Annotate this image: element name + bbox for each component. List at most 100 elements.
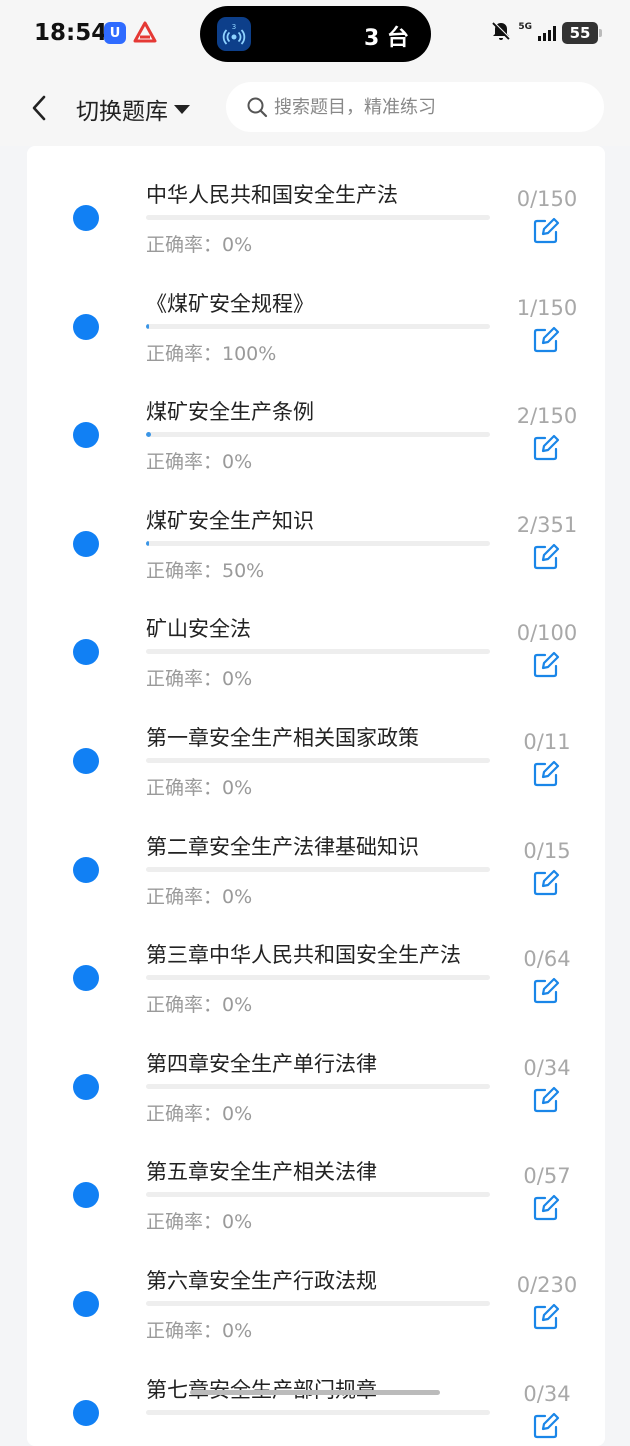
status-dot	[73, 205, 99, 231]
item-count: 1/150	[516, 295, 578, 320]
status-icons: 5G 55	[490, 20, 602, 46]
item-count: 0/11	[523, 730, 571, 754]
item-accuracy: 正确率：0%	[146, 451, 253, 474]
list-item[interactable]: 第三章中华人民共和国安全生产法 正确率：0% 0/64	[27, 915, 605, 1024]
item-count: 2/351	[516, 512, 578, 537]
item-title: 煤矿安全生产条例	[146, 400, 314, 425]
progress-bar	[146, 540, 490, 546]
progress-bar	[146, 758, 490, 763]
back-button[interactable]	[24, 88, 54, 128]
item-accuracy: 正确率：50%	[146, 559, 265, 582]
practice-edit-button[interactable]	[532, 1303, 560, 1331]
caret-down-icon	[174, 104, 190, 114]
edit-icon	[533, 978, 560, 1004]
list-item[interactable]: 矿山安全法 正确率：0% 0/100	[27, 589, 605, 698]
status-dot	[73, 1399, 99, 1426]
progress-bar	[146, 975, 490, 981]
switch-bank-dropdown[interactable]: 切换题库	[76, 92, 190, 126]
edit-icon	[533, 543, 560, 569]
status-dot	[73, 639, 99, 666]
svg-text:3: 3	[232, 23, 236, 31]
practice-edit-button[interactable]	[532, 1086, 560, 1114]
list-item[interactable]: 煤矿安全生产知识 正确率：50% 2/351	[27, 481, 605, 590]
practice-edit-button[interactable]	[532, 651, 560, 679]
status-dot	[73, 1073, 99, 1100]
list-item[interactable]: 第七章安全生产部门规章 0/34	[27, 1350, 605, 1446]
list-item[interactable]: 第四章安全生产单行法律 正确率：0% 0/34	[27, 1024, 605, 1133]
practice-edit-button[interactable]	[532, 1194, 560, 1222]
item-title: 第三章中华人民共和国安全生产法	[146, 943, 461, 968]
item-accuracy: 正确率：0%	[146, 668, 253, 691]
edit-icon	[533, 217, 560, 244]
item-count: 0/150	[516, 187, 578, 211]
progress-bar-fill	[146, 540, 150, 546]
practice-edit-button[interactable]	[532, 326, 560, 354]
list-item[interactable]: 第六章安全生产行政法规 正确率：0% 0/230	[27, 1241, 605, 1350]
item-count: 0/15	[523, 838, 571, 863]
battery-icon: 55	[562, 22, 602, 44]
status-dot	[73, 530, 99, 557]
list-item[interactable]: 煤矿安全生产条例 正确率：0% 2/150	[27, 372, 605, 481]
item-accuracy: 正确率：0%	[146, 234, 253, 256]
edit-icon	[533, 435, 560, 461]
progress-bar	[146, 323, 490, 329]
item-title: 第四章安全生产单行法律	[146, 1051, 377, 1076]
progress-bar	[146, 866, 490, 872]
practice-edit-button[interactable]	[532, 543, 560, 571]
switch-bank-label: 切换题库	[76, 99, 168, 125]
home-indicator[interactable]	[190, 1390, 440, 1395]
list-item[interactable]: 第五章安全生产相关法律 正确率：0% 0/57	[27, 1132, 605, 1241]
status-dot	[73, 1182, 99, 1209]
item-accuracy: 正确率：0%	[146, 1211, 253, 1234]
item-count: 0/230	[516, 1273, 578, 1297]
status-dot	[73, 1291, 99, 1317]
status-dot	[73, 856, 99, 883]
list-item[interactable]: 第一章安全生产相关国家政策 正确率：0% 0/11	[27, 698, 605, 807]
edit-icon	[533, 869, 560, 895]
status-bar: 18:54 U 3 3 台 5G 55	[0, 0, 630, 70]
list-item[interactable]: 中华人民共和国安全生产法 正确率：0% 0/150	[27, 155, 605, 264]
chevron-left-icon	[32, 95, 46, 121]
dynamic-island[interactable]: 3 3 台	[200, 6, 431, 62]
practice-edit-button[interactable]	[532, 217, 560, 245]
edit-icon	[533, 652, 560, 678]
broadcast-icon: 3	[217, 17, 251, 51]
progress-bar-fill	[146, 323, 150, 329]
item-count: 2/150	[516, 404, 578, 429]
search-input[interactable]	[274, 96, 574, 118]
search-box[interactable]	[226, 82, 604, 132]
item-title: 第七章安全生产部门规章	[146, 1374, 377, 1404]
list-item[interactable]: 《煤矿安全规程》 正确率：100% 1/150	[27, 264, 605, 373]
item-title: 中华人民共和国安全生产法	[146, 183, 398, 207]
progress-bar	[146, 1083, 490, 1089]
practice-edit-button[interactable]	[532, 869, 560, 897]
edit-icon	[533, 1086, 560, 1112]
item-title: 《煤矿安全规程》	[146, 291, 314, 316]
edit-icon	[533, 1412, 560, 1438]
practice-edit-button[interactable]	[532, 434, 560, 462]
practice-edit-button[interactable]	[532, 760, 560, 788]
list-item[interactable]: 第二章安全生产法律基础知识 正确率：0% 0/15	[27, 807, 605, 916]
edit-icon	[533, 326, 560, 352]
status-time: 18:54	[34, 20, 108, 46]
edit-icon	[533, 1303, 560, 1330]
practice-edit-button[interactable]	[532, 1412, 560, 1440]
notification-app-icon: U	[104, 22, 126, 44]
edit-icon	[533, 1195, 560, 1221]
mute-bell-icon	[490, 20, 512, 46]
progress-bar	[146, 1192, 490, 1198]
item-accuracy: 正确率：0%	[146, 885, 253, 908]
item-accuracy: 正确率：0%	[146, 994, 253, 1017]
item-title: 煤矿安全生产知识	[146, 508, 314, 533]
progress-bar	[146, 1409, 490, 1415]
status-dot	[73, 965, 99, 992]
notification-app-icon-red	[132, 20, 158, 46]
island-device-count: 3 台	[364, 26, 409, 51]
search-icon	[247, 97, 268, 118]
signal-icon	[538, 25, 556, 41]
network-type: 5G	[518, 22, 532, 32]
practice-edit-button[interactable]	[532, 977, 560, 1005]
item-count: 0/34	[523, 1055, 571, 1080]
item-count: 0/100	[516, 621, 578, 646]
item-title: 第六章安全生产行政法规	[146, 1269, 377, 1293]
